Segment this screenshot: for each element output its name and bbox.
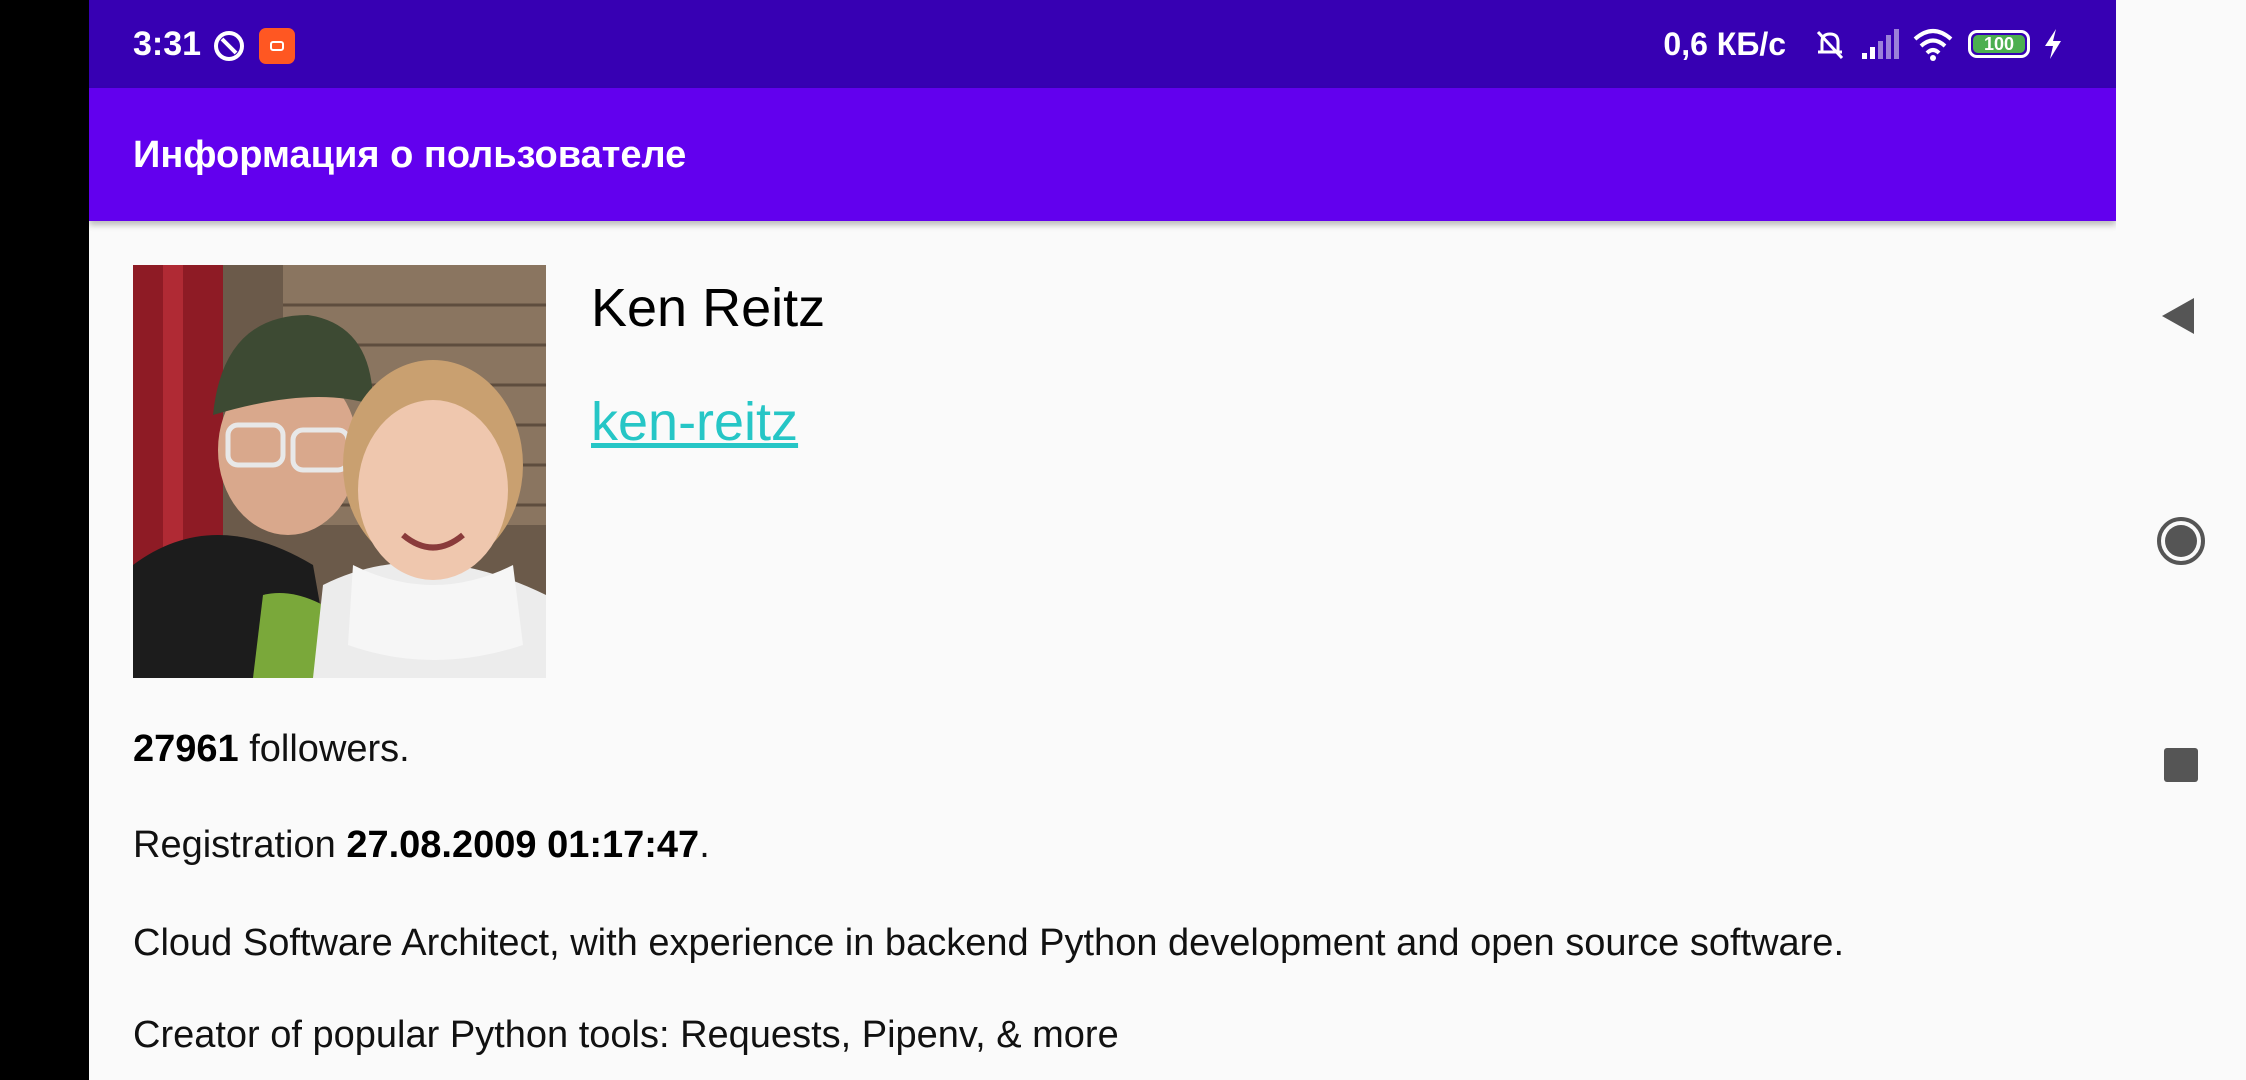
status-time: 3:31	[133, 25, 202, 63]
signal-icon	[1862, 29, 1899, 59]
user-full-name: Ken Reitz	[591, 278, 826, 338]
registration-label: Registration	[133, 824, 347, 866]
status-right-group: 0,6 КБ/с 100	[1663, 22, 2064, 66]
followers-count: 27961	[133, 728, 239, 770]
bio-line-2: Creator of popular Python tools: Request…	[133, 1014, 1119, 1056]
battery-level: 100	[1983, 33, 2015, 54]
avatar-photo	[133, 265, 546, 678]
navigation-bar	[2116, 0, 2246, 1080]
wifi-icon	[1913, 29, 1953, 61]
charging-icon	[2045, 29, 2061, 59]
registration-line: Registration 27.08.2009 01:17:47.	[133, 821, 710, 869]
bio-line-1: Cloud Software Architect, with experienc…	[133, 922, 1845, 964]
back-icon[interactable]	[2160, 296, 2196, 336]
user-avatar	[133, 265, 546, 678]
battery-icon: 100	[1968, 30, 2030, 58]
followers-line: 27961 followers.	[133, 725, 410, 773]
registration-period: .	[699, 824, 710, 866]
app-bar-title: Информация о пользователе	[133, 134, 687, 176]
app-notification-icon	[259, 28, 295, 64]
user-login-link[interactable]: ken-reitz	[591, 391, 798, 453]
registration-date: 27.08.2009 01:17:47	[346, 824, 700, 866]
app-window: 3:31 0,6 КБ/с 100 Информация о пользоват…	[89, 0, 2116, 1080]
sync-icon	[214, 31, 244, 61]
network-speed: 0,6 КБ/с	[1663, 25, 1786, 62]
status-bar: 3:31 0,6 КБ/с 100	[89, 0, 2116, 88]
followers-label: followers.	[238, 728, 410, 770]
left-black-strip	[0, 0, 89, 1080]
recents-icon[interactable]	[2164, 748, 2198, 782]
app-bar: Информация о пользователе	[89, 88, 2116, 221]
home-icon[interactable]	[2156, 516, 2206, 566]
mute-bell-icon	[1816, 30, 1844, 60]
